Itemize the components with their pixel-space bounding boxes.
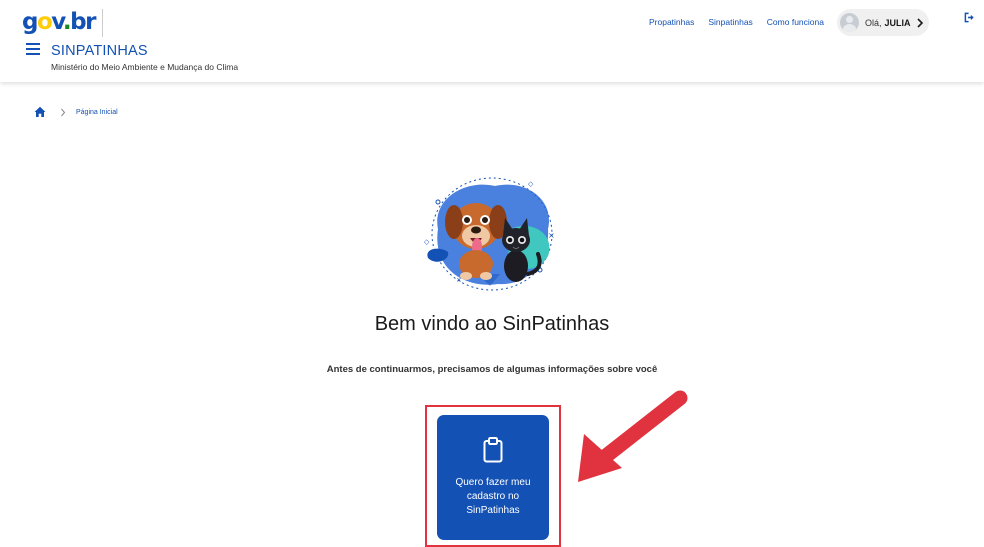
user-greeting: Olá, — [865, 17, 882, 28]
red-arrow-annotation — [578, 390, 688, 482]
user-name: JULIA — [884, 17, 911, 28]
svg-text:◇: ◇ — [528, 180, 534, 188]
header-nav: Propatinhas Sinpatinhas Como funciona — [649, 17, 824, 27]
breadcrumb: Página Inicial — [34, 106, 118, 118]
home-icon[interactable] — [34, 106, 46, 118]
svg-text:×: × — [548, 231, 555, 240]
user-avatar-icon — [840, 13, 859, 32]
logo-divider — [102, 9, 103, 37]
nav-link-sinpatinhas[interactable]: Sinpatinhas — [708, 17, 752, 27]
pets-illustration: × × ◇ ◇ — [424, 177, 555, 291]
svg-text:◇: ◇ — [424, 238, 430, 246]
breadcrumb-home[interactable]: Página Inicial — [76, 109, 118, 116]
lead-text: Antes de continuarmos, precisamos de alg… — [326, 364, 658, 375]
register-card-button[interactable]: Quero fazer meu cadastro no SinPatinhas — [437, 415, 549, 540]
logout-icon[interactable] — [964, 12, 975, 23]
system-title: SINPATINHAS — [51, 43, 148, 59]
nav-link-propatinhas[interactable]: Propatinhas — [649, 17, 694, 27]
site-header: gov.br SINPATINHAS Ministério do Meio Am… — [0, 0, 984, 82]
menu-icon[interactable] — [26, 43, 40, 57]
register-card-label: Quero fazer meu cadastro no SinPatinhas — [455, 477, 531, 516]
nav-link-como-funciona[interactable]: Como funciona — [767, 17, 824, 27]
user-menu-button[interactable]: Olá, JULIA — [837, 9, 929, 36]
clipboard-icon — [483, 437, 503, 463]
welcome-title: Bem vindo ao SinPatinhas — [374, 313, 610, 335]
chevron-right-icon — [916, 17, 923, 28]
govbr-logo[interactable]: gov.br — [22, 8, 96, 36]
chevron-right-icon — [61, 108, 66, 116]
system-subtitle: Ministério do Meio Ambiente e Mudança do… — [51, 62, 239, 72]
